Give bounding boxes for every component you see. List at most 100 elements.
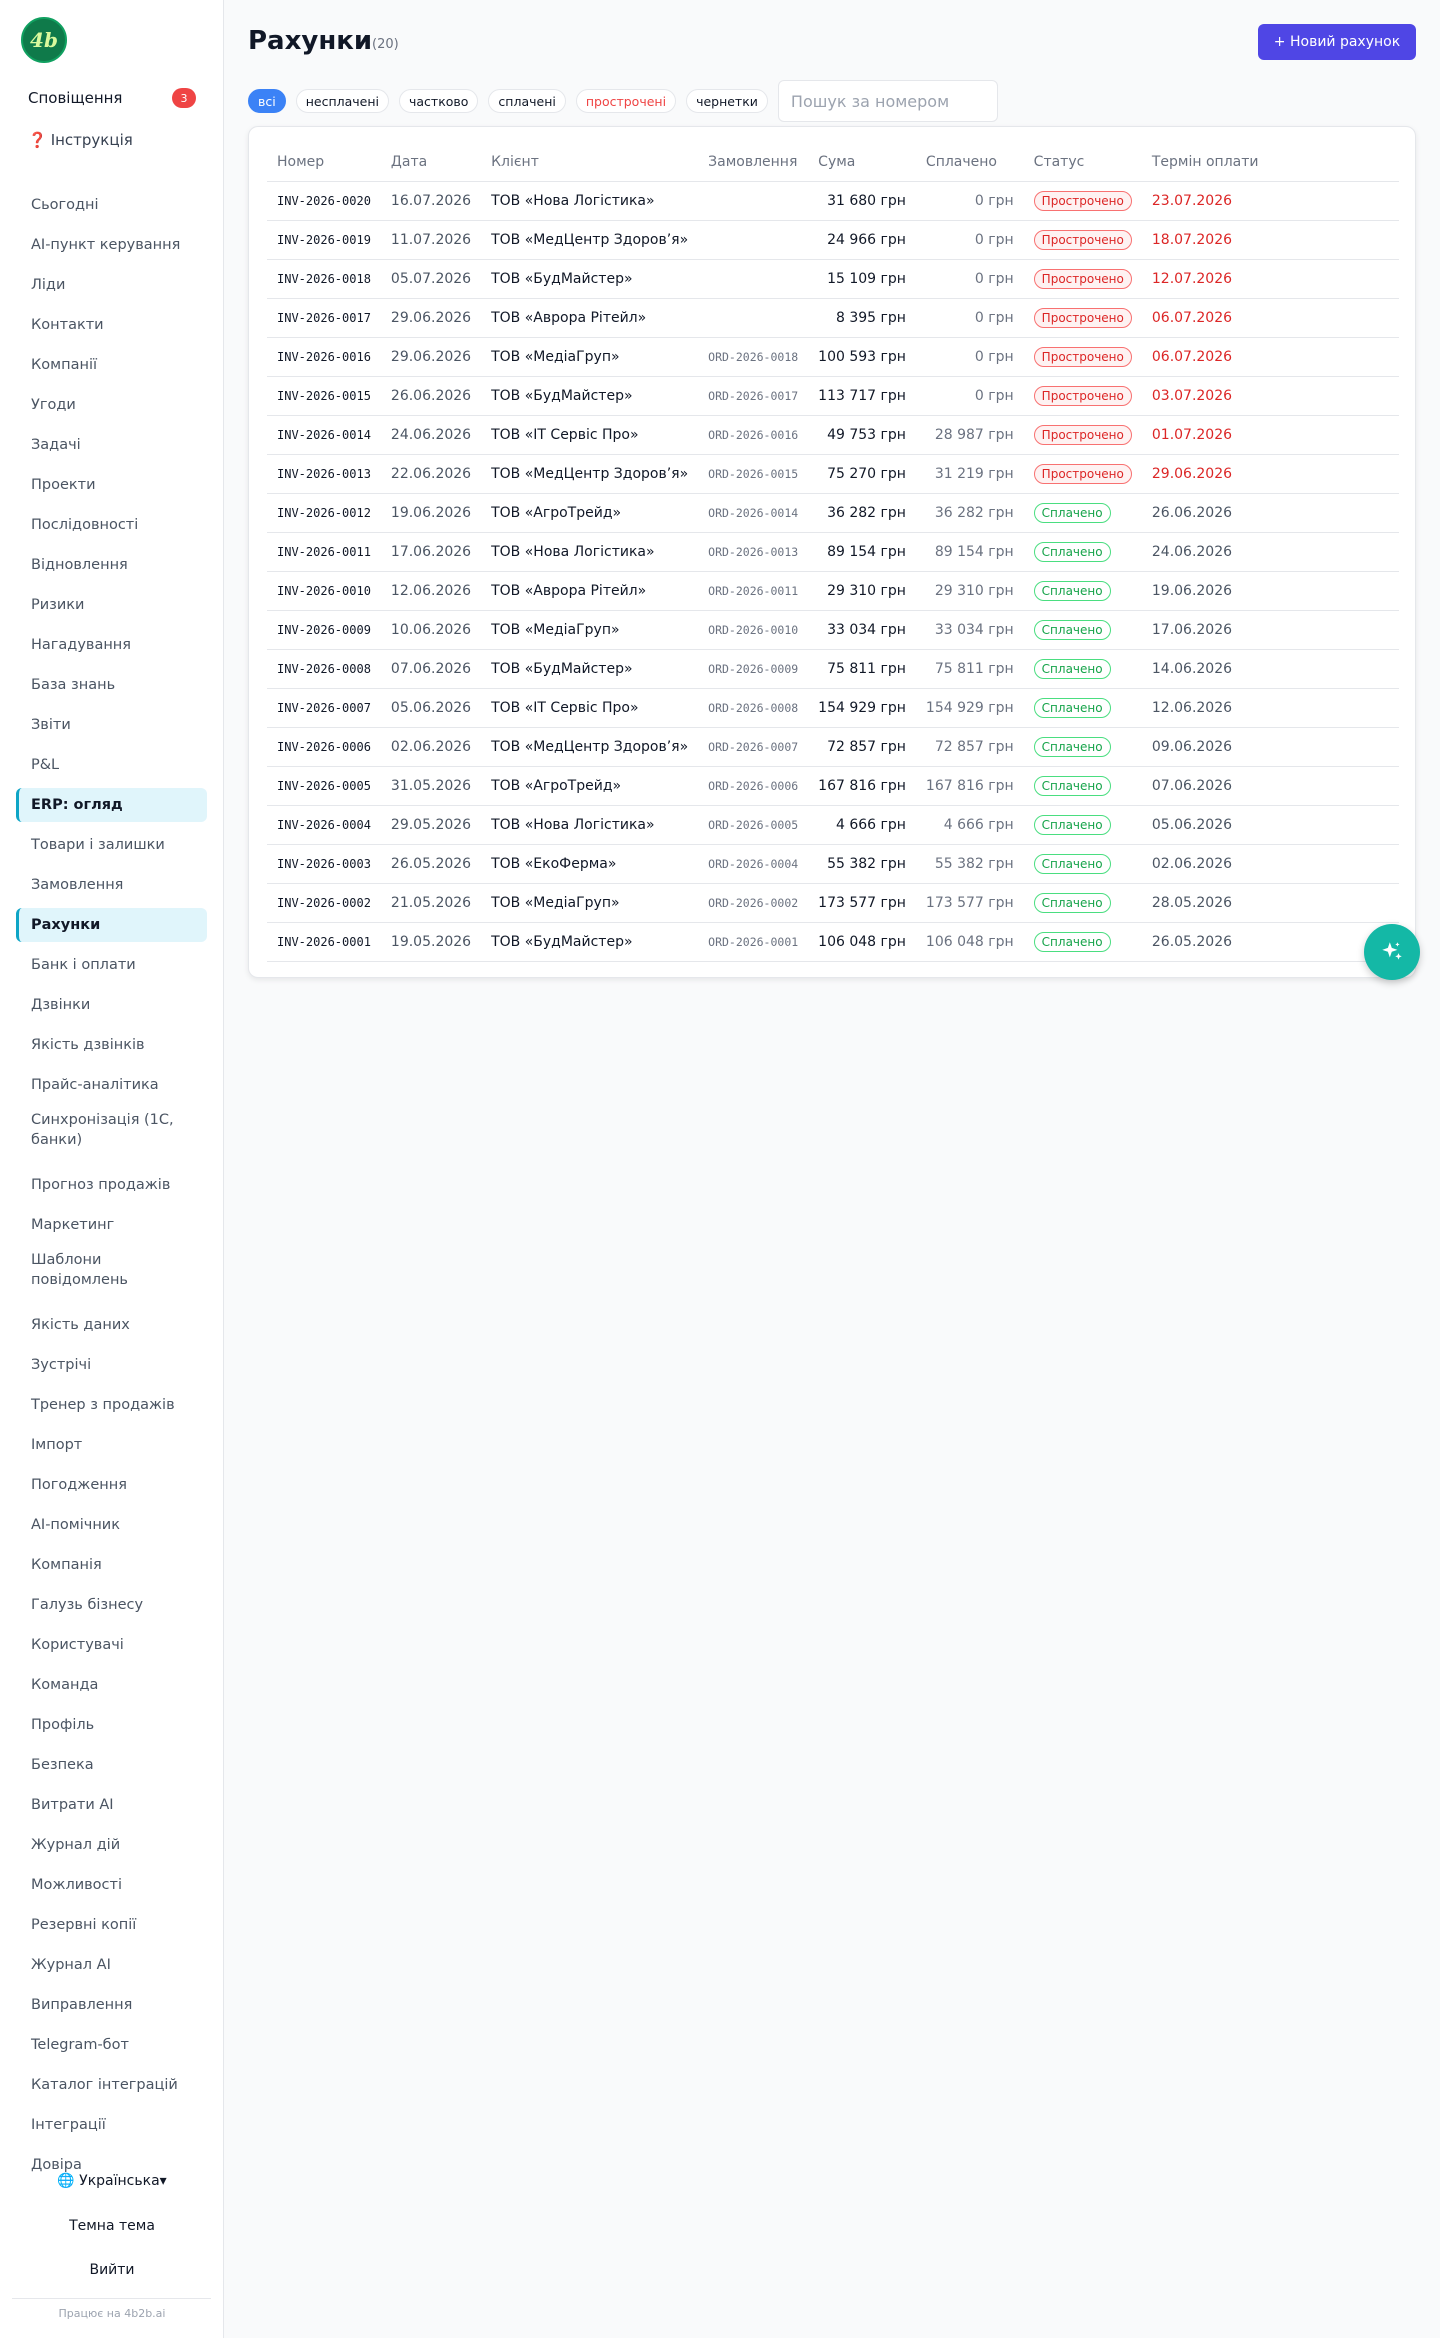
- sidebar-item[interactable]: Погодження: [16, 1468, 207, 1502]
- table-row[interactable]: INV-2026-0006 02.06.2026 ТОВ «МедЦентр Здо…: [267, 727, 1399, 767]
- sidebar-item[interactable]: Прайс-аналітика: [16, 1068, 207, 1102]
- invoice-number[interactable]: INV-2026-0014: [267, 415, 381, 455]
- table-row[interactable]: INV-2026-0009 10.06.2026 ТОВ «МедіаГруп» OR…: [267, 610, 1399, 650]
- order-number[interactable]: ORD-2026-0014: [698, 493, 809, 533]
- sidebar-item[interactable]: Можливості: [16, 1868, 207, 1902]
- table-row[interactable]: INV-2026-0015 26.06.2026 ТОВ «БудМайстер» O…: [267, 376, 1399, 416]
- order-number[interactable]: ORD-2026-0001: [698, 922, 809, 962]
- table-row[interactable]: INV-2026-0005 31.05.2026 ТОВ «АгроТрейд» OR…: [267, 766, 1399, 806]
- sidebar-item[interactable]: Рахунки: [16, 908, 207, 942]
- table-row[interactable]: INV-2026-0011 17.06.2026 ТОВ «Нова Логісти…: [267, 532, 1399, 572]
- dark-theme-button[interactable]: Темна тема: [0, 2218, 224, 2234]
- sidebar-item[interactable]: Синхронізація (1С, банки): [16, 1108, 207, 1152]
- order-number[interactable]: ORD-2026-0008: [698, 688, 809, 728]
- order-number[interactable]: [698, 181, 809, 221]
- invoice-number[interactable]: INV-2026-0008: [267, 649, 381, 689]
- invoice-number[interactable]: INV-2026-0015: [267, 376, 381, 416]
- table-row[interactable]: INV-2026-0018 05.07.2026 ТОВ «БудМайстер» 1…: [267, 259, 1399, 299]
- sidebar-item[interactable]: Журнал дій: [16, 1828, 207, 1862]
- invoice-number[interactable]: INV-2026-0016: [267, 337, 381, 377]
- sidebar-item[interactable]: Команда: [16, 1668, 207, 1702]
- sidebar-item[interactable]: Звіти: [16, 708, 207, 742]
- order-number[interactable]: ORD-2026-0018: [698, 337, 809, 377]
- invoice-number[interactable]: INV-2026-0018: [267, 259, 381, 299]
- table-row[interactable]: INV-2026-0001 19.05.2026 ТОВ «БудМайстер» O…: [267, 922, 1399, 962]
- sidebar-item[interactable]: Резервні копії: [16, 1908, 207, 1942]
- sidebar-item[interactable]: Якість дзвінків: [16, 1028, 207, 1062]
- guide-link[interactable]: ❓ Інструкція: [28, 128, 133, 152]
- sidebar-item[interactable]: Задачі: [16, 428, 207, 462]
- order-number[interactable]: ORD-2026-0017: [698, 376, 809, 416]
- table-row[interactable]: INV-2026-0003 26.05.2026 ТОВ «ЕкоФерма» ORD…: [267, 844, 1399, 884]
- filter-chip[interactable]: прострочені: [575, 89, 677, 113]
- sidebar-item[interactable]: Telegram-бот: [16, 2028, 207, 2062]
- sidebar-item[interactable]: Інтеграції: [16, 2108, 207, 2142]
- table-row[interactable]: INV-2026-0007 05.06.2026 ТОВ «ІТ Сервіс Пр…: [267, 688, 1399, 728]
- sidebar-item[interactable]: База знань: [16, 668, 207, 702]
- ai-assistant-fab[interactable]: [1364, 924, 1420, 980]
- sidebar-item[interactable]: Тренер з продажів: [16, 1388, 207, 1422]
- column-header-date[interactable]: Дата: [380, 143, 482, 182]
- order-number[interactable]: ORD-2026-0015: [698, 454, 809, 494]
- sidebar-item[interactable]: Профіль: [16, 1708, 207, 1742]
- order-number[interactable]: ORD-2026-0002: [698, 883, 809, 923]
- order-number[interactable]: ORD-2026-0009: [698, 649, 809, 689]
- filter-chip[interactable]: сплачені: [488, 89, 566, 113]
- invoice-number[interactable]: INV-2026-0001: [267, 922, 381, 962]
- invoice-number[interactable]: INV-2026-0013: [267, 454, 381, 494]
- sidebar-item[interactable]: Нагадування: [16, 628, 207, 662]
- column-header-paid[interactable]: Сплачено: [915, 143, 1024, 182]
- invoice-number[interactable]: INV-2026-0007: [267, 688, 381, 728]
- sidebar-item[interactable]: Безпека: [16, 1748, 207, 1782]
- invoice-number[interactable]: INV-2026-0004: [267, 805, 381, 845]
- table-row[interactable]: INV-2026-0008 07.06.2026 ТОВ «БудМайстер» O…: [267, 649, 1399, 689]
- invoice-number[interactable]: INV-2026-0019: [267, 220, 381, 260]
- invoice-number[interactable]: INV-2026-0003: [267, 844, 381, 884]
- sidebar-item[interactable]: Імпорт: [16, 1428, 207, 1462]
- sidebar-item[interactable]: Банк і оплати: [16, 948, 207, 982]
- invoice-number[interactable]: INV-2026-0005: [267, 766, 381, 806]
- order-number[interactable]: [698, 220, 809, 260]
- table-row[interactable]: INV-2026-0004 29.05.2026 ТОВ «Нова Логісти…: [267, 805, 1399, 845]
- sidebar-item[interactable]: Каталог інтеграцій: [16, 2068, 207, 2102]
- sidebar-item[interactable]: Витрати AI: [16, 1788, 207, 1822]
- invoice-number[interactable]: INV-2026-0020: [267, 181, 381, 221]
- order-number[interactable]: ORD-2026-0004: [698, 844, 809, 884]
- sidebar-item[interactable]: Компанія: [16, 1548, 207, 1582]
- invoice-number[interactable]: INV-2026-0010: [267, 571, 381, 611]
- order-number[interactable]: [698, 298, 809, 338]
- invoice-number[interactable]: INV-2026-0012: [267, 493, 381, 533]
- table-row[interactable]: INV-2026-0014 24.06.2026 ТОВ «ІТ Сервіс Пр…: [267, 415, 1399, 455]
- language-selector[interactable]: 🌐 Українська▾: [0, 2173, 224, 2189]
- sidebar-item[interactable]: Замовлення: [16, 868, 207, 902]
- order-number[interactable]: ORD-2026-0007: [698, 727, 809, 767]
- sidebar-item[interactable]: P&L: [16, 748, 207, 782]
- sidebar-item[interactable]: Товари і залишки: [16, 828, 207, 862]
- sidebar-item[interactable]: Дзвінки: [16, 988, 207, 1022]
- column-header-status[interactable]: Статус: [1023, 143, 1142, 182]
- order-number[interactable]: ORD-2026-0005: [698, 805, 809, 845]
- sidebar-item[interactable]: Виправлення: [16, 1988, 207, 2022]
- table-row[interactable]: INV-2026-0012 19.06.2026 ТОВ «АгроТрейд» OR…: [267, 493, 1399, 533]
- sidebar-item[interactable]: AI-пункт керування: [16, 228, 207, 262]
- app-logo[interactable]: 4b: [21, 17, 67, 63]
- order-number[interactable]: ORD-2026-0006: [698, 766, 809, 806]
- order-number[interactable]: ORD-2026-0010: [698, 610, 809, 650]
- new-invoice-button[interactable]: + Новий рахунок: [1258, 24, 1416, 60]
- sidebar-item[interactable]: Компанії: [16, 348, 207, 382]
- search-input[interactable]: [777, 80, 998, 122]
- table-row[interactable]: INV-2026-0020 16.07.2026 ТОВ «Нова Логісти…: [267, 181, 1399, 221]
- sidebar-item[interactable]: Галузь бізнесу: [16, 1588, 207, 1622]
- sidebar-item[interactable]: Зустрічі: [16, 1348, 207, 1382]
- table-row[interactable]: INV-2026-0019 11.07.2026 ТОВ «МедЦентр Здо…: [267, 220, 1399, 260]
- column-header-order[interactable]: Замовлення: [698, 143, 809, 182]
- column-header-due-date[interactable]: Термін оплати: [1141, 143, 1399, 182]
- column-header-number[interactable]: Номер: [267, 143, 381, 182]
- filter-chip[interactable]: всі: [248, 89, 286, 113]
- order-number[interactable]: [698, 259, 809, 299]
- order-number[interactable]: ORD-2026-0011: [698, 571, 809, 611]
- sidebar-item[interactable]: Відновлення: [16, 548, 207, 582]
- sidebar-item[interactable]: Ліди: [16, 268, 207, 302]
- sidebar-item[interactable]: Проекти: [16, 468, 207, 502]
- sidebar-item[interactable]: Маркетинг: [16, 1208, 207, 1242]
